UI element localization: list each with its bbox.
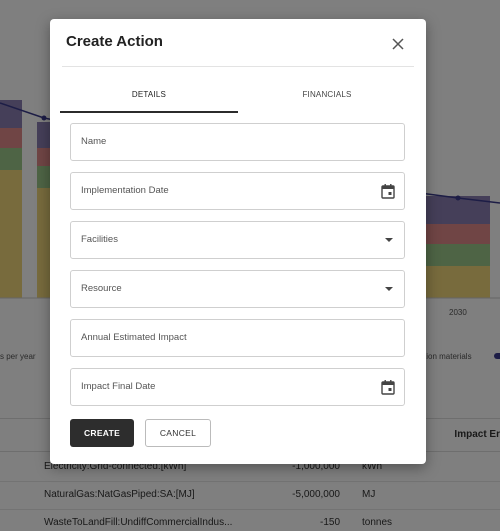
calendar-icon[interactable] [381,379,395,395]
tab-financials[interactable]: FINANCIALS [238,83,416,113]
facilities-select[interactable]: Facilities [70,221,405,259]
name-field[interactable]: Name [70,123,405,161]
create-button[interactable]: CREATE [70,419,134,447]
name-placeholder: Name [81,136,107,147]
cancel-button[interactable]: CANCEL [145,419,211,447]
implementation-date-field[interactable]: Implementation Date [70,172,405,210]
close-icon [392,38,404,50]
header-divider [62,66,414,67]
resource-placeholder: Resource [81,283,122,294]
close-button[interactable] [390,36,406,52]
resource-select[interactable]: Resource [70,270,405,308]
chevron-down-icon [385,287,393,291]
facilities-placeholder: Facilities [81,234,118,245]
annual-estimated-impact-placeholder: Annual Estimated Impact [81,332,187,343]
impact-final-date-field[interactable]: Impact Final Date [70,368,405,406]
create-action-dialog: Create Action DETAILS FINANCIALS Name Im… [50,19,426,464]
impact-final-date-placeholder: Impact Final Date [81,381,156,392]
chevron-down-icon [385,238,393,242]
dialog-title: Create Action [66,33,163,50]
calendar-icon[interactable] [381,183,395,199]
implementation-date-placeholder: Implementation Date [81,185,169,196]
tab-details[interactable]: DETAILS [60,83,238,113]
tab-bar: DETAILS FINANCIALS [60,83,416,113]
annual-estimated-impact-field[interactable]: Annual Estimated Impact [70,319,405,357]
